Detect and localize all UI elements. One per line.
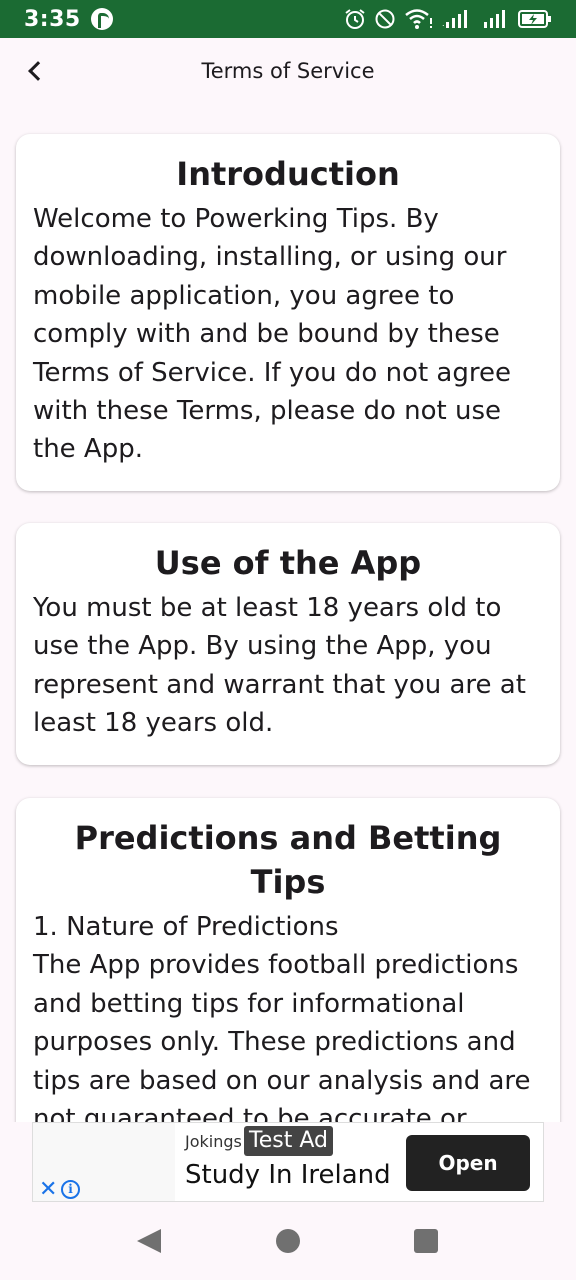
page-title: Terms of Service	[201, 59, 375, 83]
terms-content[interactable]: Introduction Welcome to Powerking Tips. …	[0, 104, 576, 1122]
app-bar: Terms of Service	[0, 38, 576, 104]
system-nav-bar	[0, 1202, 576, 1280]
cell-signal-icon	[484, 10, 505, 28]
ad-advertiser: Jokings	[185, 1132, 242, 1151]
status-time: 3:35	[24, 6, 81, 32]
section-card-use-of-app: Use of the App You must be at least 18 y…	[16, 523, 560, 765]
back-button[interactable]	[18, 54, 52, 88]
battery-charging-icon	[518, 10, 551, 28]
info-icon[interactable]: i	[61, 1180, 80, 1199]
home-circle-icon[interactable]	[276, 1229, 300, 1253]
wifi-icon	[405, 9, 432, 29]
section-title: Introduction	[176, 155, 400, 193]
section-title: Use of the App	[154, 544, 422, 582]
section-body: Welcome to Powerking Tips. By downloadin…	[33, 204, 511, 465]
section-body: You must be at least 18 years old to use…	[33, 593, 526, 739]
svg-text:.: .	[442, 19, 445, 28]
alarm-icon	[345, 9, 365, 29]
section-body: 1. Nature of Predictions The App provide…	[33, 912, 531, 1122]
ad-headline[interactable]: Study In Ireland	[185, 1160, 391, 1190]
do-not-disturb-icon	[375, 9, 395, 29]
section-card-predictions: Predictions and Betting Tips 1. Nature o…	[16, 798, 560, 1122]
back-triangle-icon[interactable]	[137, 1229, 161, 1253]
ad-banner[interactable]: ✕ i Jokings Test Ad Study In Ireland Ope…	[32, 1122, 544, 1202]
recents-square-icon[interactable]	[414, 1229, 438, 1253]
status-bar: 3:35 .	[0, 0, 576, 38]
ad-badge: Test Ad	[244, 1126, 333, 1156]
chevron-left-icon	[28, 61, 48, 81]
close-icon[interactable]: ✕	[39, 1179, 57, 1201]
status-icons: .	[344, 8, 552, 30]
section-card-introduction: Introduction Welcome to Powerking Tips. …	[16, 134, 560, 491]
section-title: Predictions and Betting Tips	[74, 819, 502, 901]
app-notification-icon	[90, 8, 113, 30]
ad-open-button[interactable]: Open	[406, 1135, 530, 1191]
cell-signal-icon: .	[442, 10, 467, 28]
